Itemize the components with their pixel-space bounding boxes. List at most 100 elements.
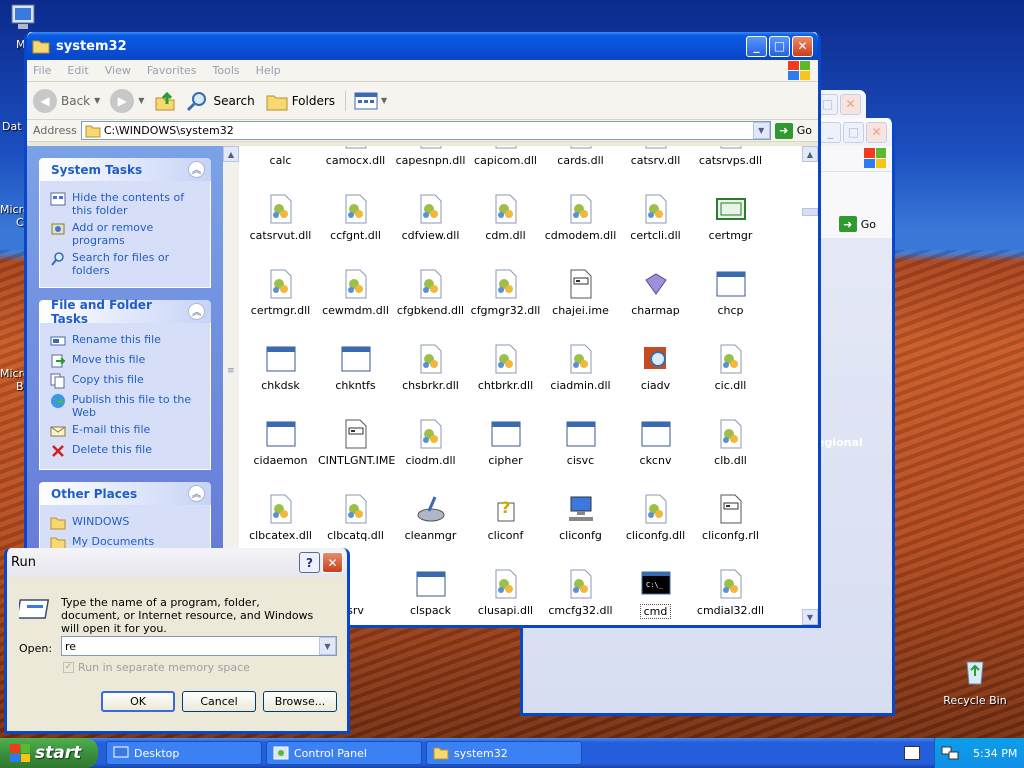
file-item[interactable]: cdfview.dll [393,193,468,242]
address-input[interactable]: C:\WINDOWS\system32 ▼ [80,121,771,140]
collapse-chevron-icon[interactable]: ︽ [188,485,205,502]
file-item[interactable]: cidaemon [243,418,318,467]
file-folder-tasks-header[interactable]: File and Folder Tasks ︽ [39,298,211,326]
system-tasks-header[interactable]: System Tasks ︽ [39,158,211,181]
menu-edit[interactable]: Edit [67,64,88,77]
collapse-chevron-icon[interactable]: ︽ [188,303,205,320]
file-item[interactable]: capesnpn.dll [393,146,468,167]
file-item[interactable]: cliconfg.dll [618,493,693,542]
close-button[interactable]: ✕ [792,35,813,57]
place-windows[interactable]: WINDOWS [50,515,200,531]
file-item[interactable]: certmgr [693,193,768,242]
menu-file[interactable]: File [33,64,51,77]
file-item[interactable]: chcp [693,268,768,317]
network-icon[interactable] [941,745,959,761]
file-item[interactable]: chkdsk [243,343,318,392]
file-item[interactable]: clusapi.dll [468,568,543,617]
close-button[interactable]: ✕ [322,552,343,573]
search-button[interactable]: Search [186,90,255,112]
task-rename-file[interactable]: Rename this file [50,333,200,349]
file-item[interactable]: chsbrkr.dll [393,343,468,392]
file-item[interactable]: ciadv [618,343,693,392]
file-item[interactable]: CINTLGNT.IME [318,418,395,467]
menu-favorites[interactable]: Favorites [147,64,197,77]
other-places-header[interactable]: Other Places ︽ [39,482,211,505]
file-item[interactable]: cdmodem.dll [543,193,618,242]
file-item[interactable]: catsrvps.dll [693,146,768,167]
up-folder-button[interactable] [154,90,176,112]
keyboard-icon[interactable] [904,746,920,760]
file-item[interactable]: ccfgnt.dll [318,193,393,242]
file-item[interactable]: clb.dll [693,418,768,467]
taskbar-control-panel[interactable]: Control Panel [266,741,422,765]
minimize-button[interactable]: _ [820,121,841,143]
cancel-button[interactable]: Cancel [182,691,256,712]
file-item[interactable]: ? cliconf [468,493,543,542]
address-dropdown-button[interactable]: ▼ [752,122,770,139]
menu-tools[interactable]: Tools [213,64,240,77]
file-item[interactable]: catsrv.dll [618,146,693,167]
vertical-scrollbar[interactable]: ▲ ▼ [802,146,818,625]
file-item[interactable]: charmap [618,268,693,317]
task-search-files[interactable]: Search for files or folders [50,251,200,277]
file-item[interactable]: cliconfg [543,493,618,542]
scroll-up-button[interactable]: ▲ [223,146,239,162]
c-icon[interactable]: C [16,216,24,229]
data-icon[interactable]: Dat [2,120,22,133]
file-item[interactable]: certcli.dll [618,193,693,242]
recycle-bin-icon[interactable]: Recycle Bin [940,656,1010,707]
ok-button[interactable]: OK [101,691,175,712]
back-button[interactable]: ◀ Back ▼ [33,88,100,113]
file-item[interactable]: C:\_ cmd [618,568,693,619]
separate-memory-checkbox[interactable]: ✓ Run in separate memory space [63,661,250,674]
start-button[interactable]: start [0,738,98,768]
scroll-down-button[interactable]: ▼ [802,609,818,625]
file-item[interactable]: clbcatq.dll [318,493,393,542]
open-dropdown-button[interactable]: ▼ [319,637,336,655]
clock[interactable]: 5:34 PM [973,747,1017,760]
run-dialog[interactable]: Run Run ? ✕ Type the name of a program, … [4,548,350,734]
task-hide-contents[interactable]: Hide the contents of this folder [50,191,200,217]
file-item[interactable]: cfgbkend.dll [393,268,468,317]
task-email-file[interactable]: E-mail this file [50,423,200,439]
file-item[interactable]: chkntfs [318,343,393,392]
help-button[interactable]: ? [299,552,320,573]
minimize-button[interactable]: _ [746,35,767,57]
file-item[interactable]: cisvc [543,418,618,467]
browse-button[interactable]: Browse... [263,691,337,712]
go-button[interactable]: ➜ Go [774,122,812,139]
file-item[interactable]: cliconfg.rll [693,493,768,542]
file-item[interactable]: cleanmgr [393,493,468,542]
explorer-window[interactable]: system32 _ □ ✕ File Edit View Favorites … [24,32,821,628]
maximize-button[interactable]: □ [769,35,790,57]
collapse-chevron-icon[interactable]: ︽ [188,161,205,178]
file-item[interactable]: calc [243,146,318,167]
task-copy-file[interactable]: Copy this file [50,373,200,389]
task-delete-file[interactable]: Delete this file [50,443,200,459]
file-item[interactable]: capicom.dll [468,146,543,167]
file-item[interactable]: ckcnv [618,418,693,467]
task-add-remove-programs[interactable]: Add or remove programs [50,221,200,247]
file-item[interactable]: cfgmgr32.dll [468,268,543,317]
file-item[interactable]: ciadmin.dll [543,343,618,392]
file-item[interactable]: cdm.dll [468,193,543,242]
menu-view[interactable]: View [105,64,131,77]
views-button[interactable]: ▼ [345,90,387,111]
file-item[interactable]: camocx.dll [318,146,393,167]
taskbar-desktop[interactable]: Desktop [106,741,262,765]
b-icon[interactable]: B [16,380,24,393]
file-item[interactable]: clbcatex.dll [243,493,318,542]
file-item[interactable]: cmdial32.dll [693,568,768,617]
file-item[interactable]: chajei.ime [543,268,618,317]
maximize-button[interactable]: □ [843,121,864,143]
scroll-thumb[interactable] [802,208,818,216]
go-button[interactable]: ➜ Go [838,216,876,232]
run-titlebar-surface[interactable]: Run ? ✕ [7,548,347,577]
file-item[interactable]: certmgr.dll [243,268,318,317]
explorer-titlebar[interactable]: system32 _ □ ✕ [27,32,818,60]
task-move-file[interactable]: Move this file [50,353,200,369]
file-item[interactable]: cewmdm.dll [318,268,393,317]
file-item[interactable]: cic.dll [693,343,768,392]
menu-help[interactable]: Help [256,64,281,77]
file-item[interactable]: ciodm.dll [393,418,468,467]
